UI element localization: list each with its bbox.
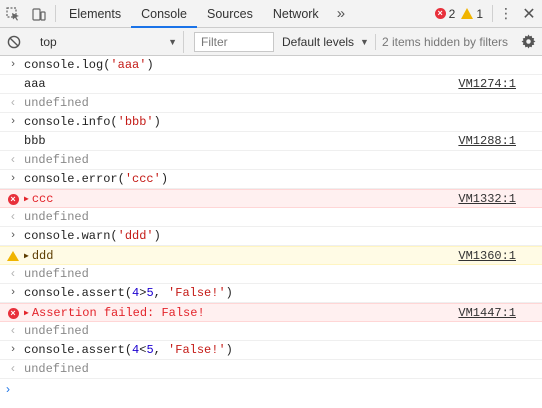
result-chevron-icon: ‹ bbox=[9, 362, 17, 376]
console-input-row: › console.assert(4<5, 'False!') bbox=[0, 341, 542, 360]
input-code: console.assert(4>5, 'False!') bbox=[24, 286, 233, 300]
input-code: console.error('ccc') bbox=[24, 172, 169, 186]
input-code: console.assert(4<5, 'False!') bbox=[24, 343, 233, 357]
inspect-cursor-icon bbox=[6, 6, 19, 21]
warning-count: 1 bbox=[476, 6, 483, 21]
input-chevron-icon: › bbox=[9, 344, 17, 356]
console-result-row: ‹ undefined bbox=[0, 151, 542, 170]
issue-counter[interactable]: × 2 1 bbox=[434, 0, 489, 27]
clear-console-icon bbox=[7, 35, 21, 48]
result-value: undefined bbox=[24, 210, 89, 224]
console-result-row: ‹ undefined bbox=[0, 94, 542, 113]
warning-icon bbox=[7, 251, 19, 261]
tab-console[interactable]: Console bbox=[131, 0, 197, 28]
close-devtools-button[interactable]: ✕ bbox=[516, 0, 542, 27]
console-warn-row: ▶ ddd VM1360:1 bbox=[0, 246, 542, 265]
more-tabs-button[interactable]: » bbox=[329, 0, 353, 27]
toolbar-divider bbox=[374, 33, 376, 50]
input-code: console.info('bbb') bbox=[24, 115, 161, 129]
tab-elements[interactable]: Elements bbox=[59, 0, 131, 27]
error-icon: × bbox=[7, 193, 19, 205]
context-selector[interactable]: top ▼ bbox=[34, 30, 184, 53]
context-value: top bbox=[40, 34, 57, 49]
source-link[interactable]: VM1360:1 bbox=[458, 249, 516, 263]
device-toolbar-button[interactable] bbox=[26, 0, 52, 27]
dropdown-arrow-icon: ▼ bbox=[360, 36, 369, 47]
console-error-row: × ▶ ccc VM1332:1 bbox=[0, 189, 542, 208]
source-link[interactable]: VM1447:1 bbox=[458, 306, 516, 320]
console-result-row: ‹ undefined bbox=[0, 322, 542, 341]
result-chevron-icon: ‹ bbox=[9, 210, 17, 224]
result-chevron-icon: ‹ bbox=[9, 324, 17, 338]
input-chevron-icon: › bbox=[9, 116, 17, 128]
error-icon: × bbox=[434, 8, 446, 19]
expand-triangle-icon[interactable]: ▶ bbox=[24, 251, 29, 261]
input-chevron-icon: › bbox=[9, 230, 17, 242]
input-chevron-icon: › bbox=[9, 173, 17, 185]
console-input-row: › console.error('ccc') bbox=[0, 170, 542, 189]
log-levels-label: Default levels bbox=[282, 34, 355, 49]
message-text: Assertion failed: False! bbox=[31, 305, 205, 320]
message-text: bbb bbox=[24, 134, 46, 148]
console-result-row: ‹ undefined bbox=[0, 360, 542, 379]
source-link[interactable]: VM1288:1 bbox=[458, 134, 516, 148]
customize-menu-button[interactable]: ⋮ bbox=[496, 0, 516, 27]
error-counter: × 2 bbox=[434, 6, 456, 21]
input-chevron-icon: › bbox=[9, 287, 17, 299]
message-text: aaa bbox=[24, 77, 46, 91]
message-text: ddd bbox=[31, 248, 54, 263]
console-log-row: aaa VM1274:1 bbox=[0, 75, 542, 94]
toolbar-divider bbox=[492, 5, 493, 22]
console-error-row: × ▶ Assertion failed: False! VM1447:1 bbox=[0, 303, 542, 322]
expand-triangle-icon[interactable]: ▶ bbox=[24, 308, 29, 318]
tab-sources[interactable]: Sources bbox=[197, 0, 263, 27]
tab-network[interactable]: Network bbox=[263, 0, 329, 27]
dropdown-arrow-icon: ▼ bbox=[168, 36, 177, 47]
expand-triangle-icon[interactable]: ▶ bbox=[24, 194, 29, 204]
console-result-row: ‹ undefined bbox=[0, 265, 542, 284]
hidden-items-status: 2 items hidden by filters bbox=[381, 34, 509, 49]
input-chevron-icon: › bbox=[9, 59, 17, 71]
log-levels-dropdown[interactable]: Default levels ▼ bbox=[282, 35, 369, 49]
devtools-tabbar: Elements Console Sources Network » × 2 1… bbox=[0, 0, 542, 28]
input-code: console.warn('ddd') bbox=[24, 229, 161, 243]
console-log-row: bbb VM1288:1 bbox=[0, 132, 542, 151]
message-text: ccc bbox=[31, 191, 54, 206]
warning-icon bbox=[461, 8, 474, 19]
console-input-row: › console.assert(4>5, 'False!') bbox=[0, 284, 542, 303]
prompt-chevron-icon: › bbox=[6, 382, 10, 396]
devtools-window: Elements Console Sources Network » × 2 1… bbox=[0, 0, 542, 408]
console-input-row: › console.warn('ddd') bbox=[0, 227, 542, 246]
source-link[interactable]: VM1332:1 bbox=[458, 192, 516, 206]
device-mode-icon bbox=[32, 7, 46, 21]
error-icon: × bbox=[7, 307, 19, 319]
clear-console-button[interactable] bbox=[0, 35, 28, 49]
result-value: undefined bbox=[24, 153, 89, 167]
inspect-element-button[interactable] bbox=[0, 0, 26, 27]
result-value: undefined bbox=[24, 324, 89, 338]
result-value: undefined bbox=[24, 267, 89, 281]
console-input-row: › console.log('aaa') bbox=[0, 56, 542, 75]
result-chevron-icon: ‹ bbox=[9, 96, 17, 110]
console-prompt[interactable]: › bbox=[0, 379, 542, 399]
console-messages: › console.log('aaa') aaa VM1274:1 ‹ undefined… bbox=[0, 56, 542, 379]
result-value: undefined bbox=[24, 96, 89, 110]
result-chevron-icon: ‹ bbox=[9, 153, 17, 167]
console-toolbar: top ▼ Default levels ▼ 2 items hidden by… bbox=[0, 28, 542, 56]
toolbar-divider bbox=[55, 5, 56, 22]
input-code: console.log('aaa') bbox=[24, 58, 154, 72]
error-count: 2 bbox=[448, 6, 456, 21]
filter-input[interactable] bbox=[194, 31, 274, 52]
result-value: undefined bbox=[24, 362, 89, 376]
console-input-row: › console.info('bbb') bbox=[0, 113, 542, 132]
source-link[interactable]: VM1274:1 bbox=[458, 77, 516, 91]
warning-counter: 1 bbox=[461, 7, 483, 21]
gear-icon bbox=[521, 34, 535, 49]
result-chevron-icon: ‹ bbox=[9, 267, 17, 281]
console-result-row: ‹ undefined bbox=[0, 208, 542, 227]
console-settings-button[interactable] bbox=[514, 34, 542, 49]
